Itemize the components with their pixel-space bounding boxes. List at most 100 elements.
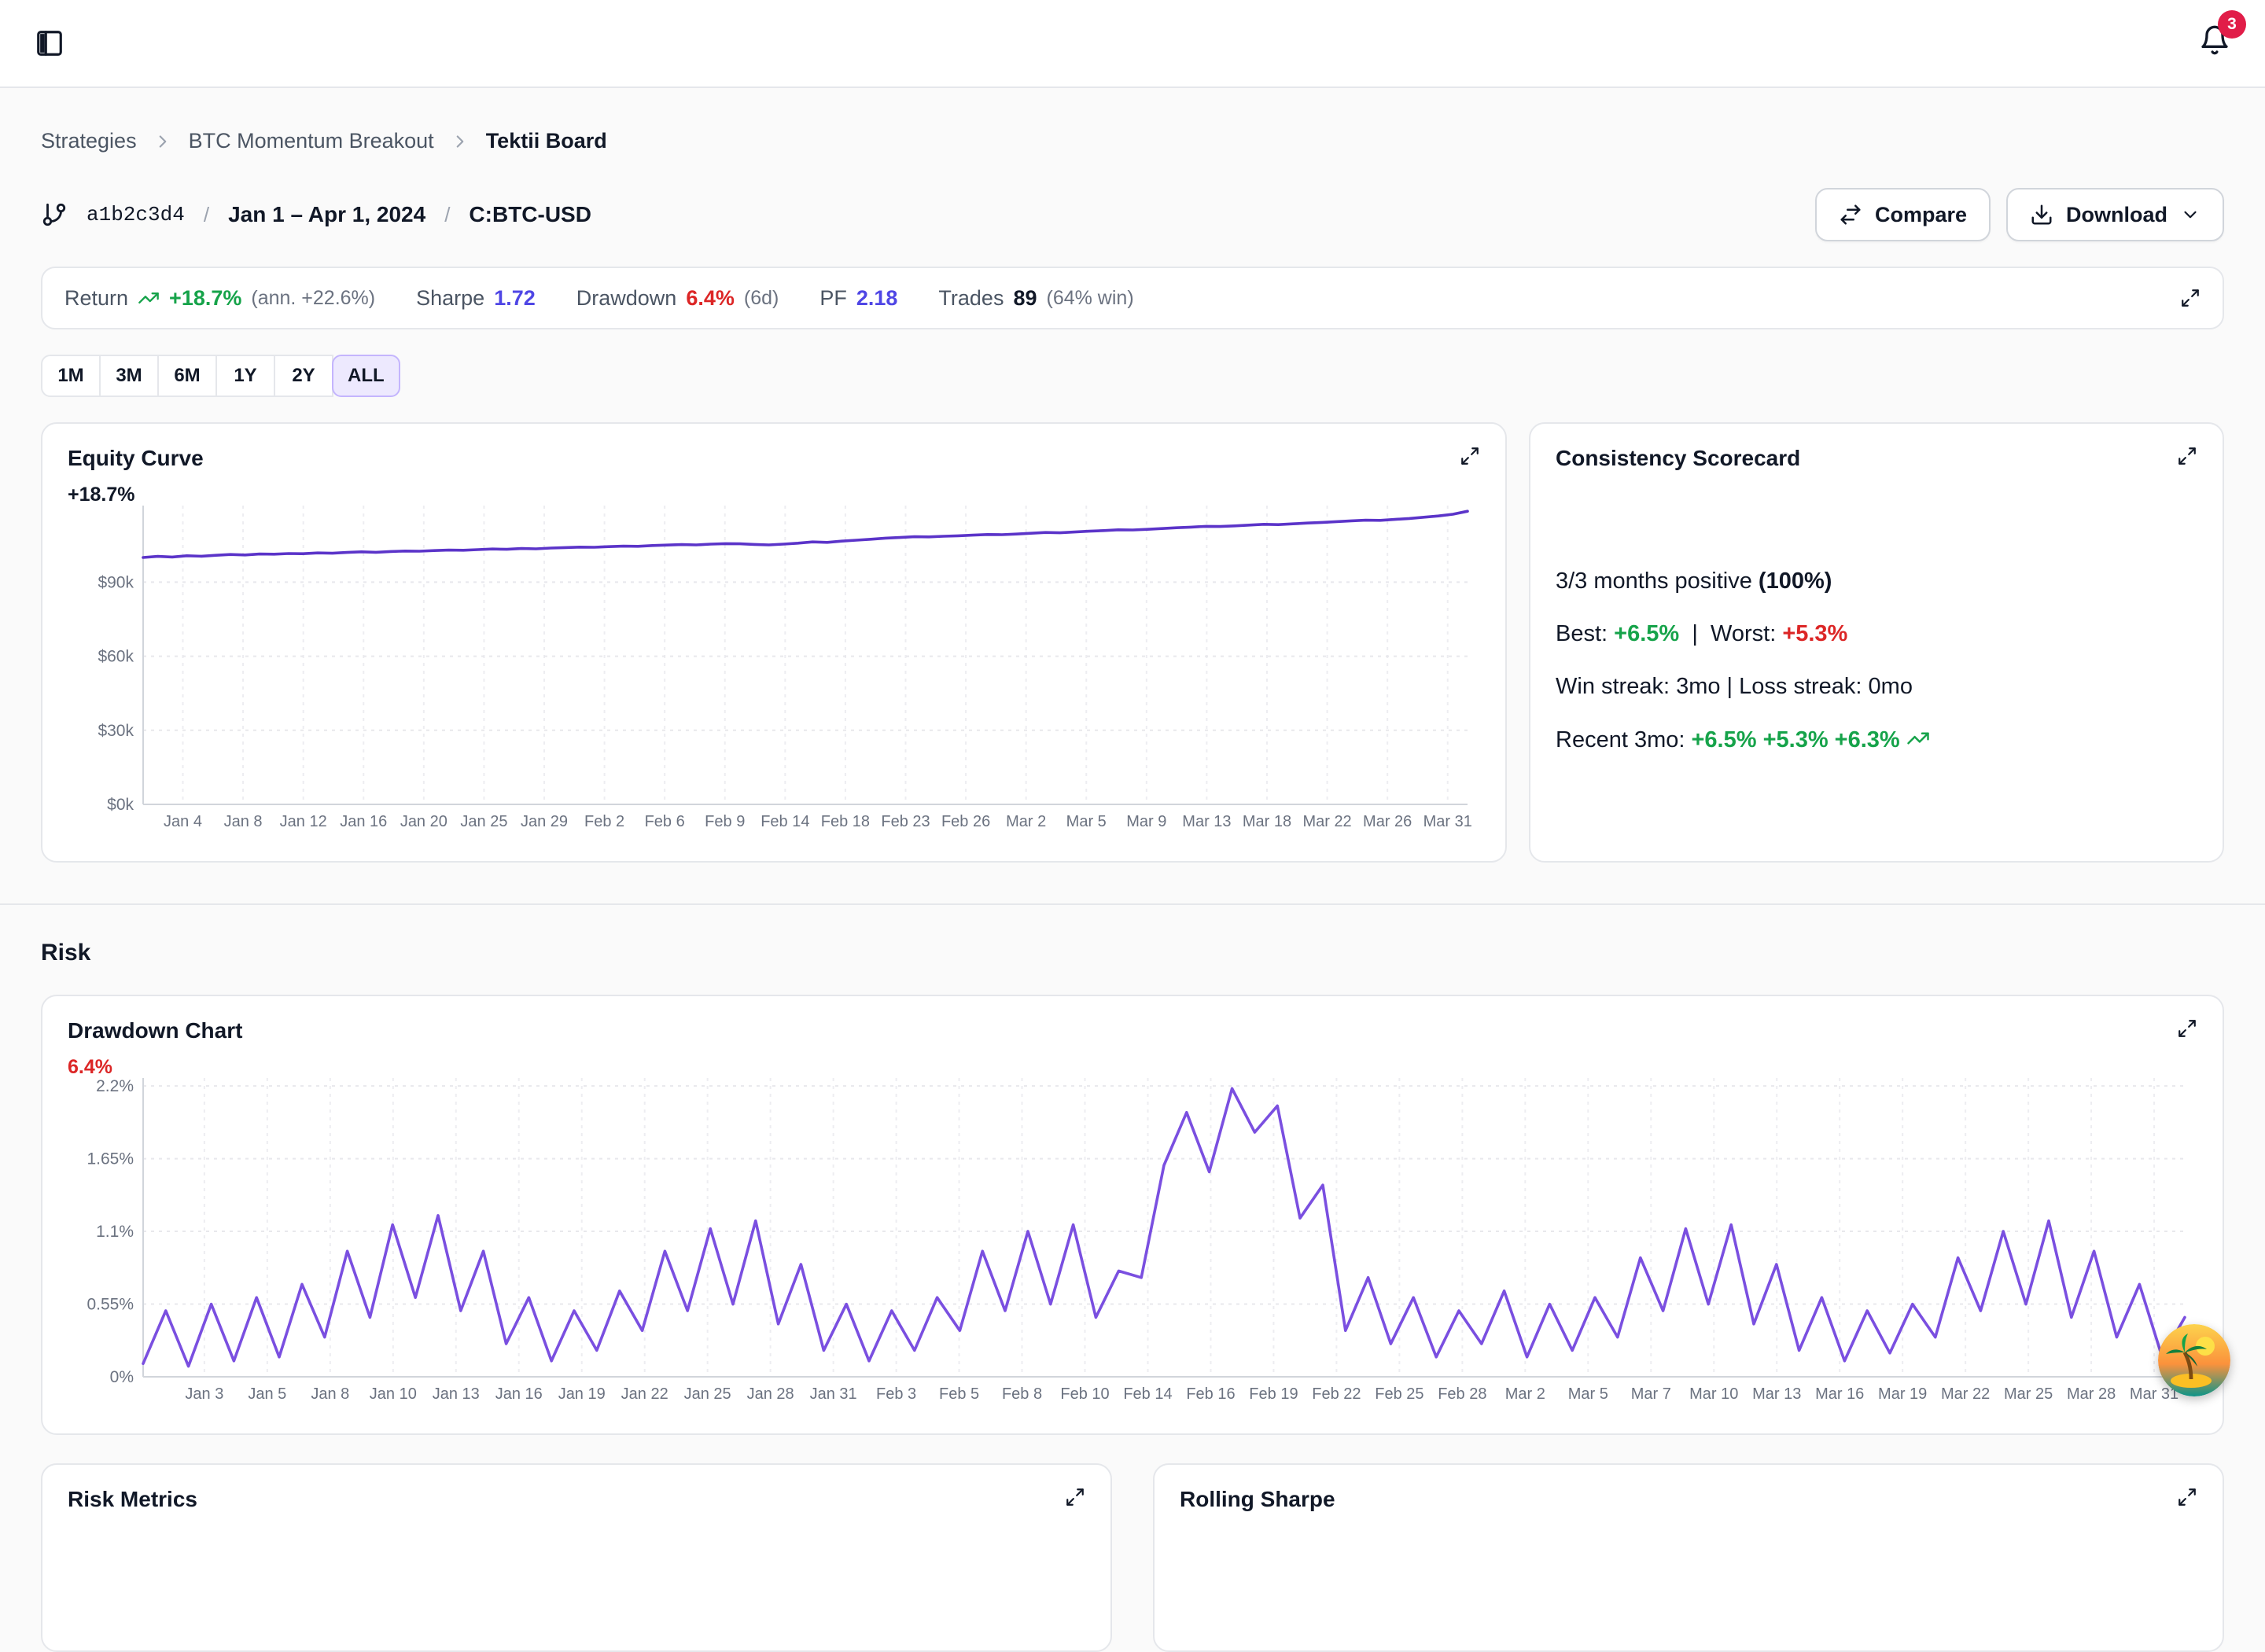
range-1y-button[interactable]: 1Y <box>215 355 275 397</box>
svg-text:Mar 18: Mar 18 <box>1243 813 1291 830</box>
svg-text:Mar 13: Mar 13 <box>1182 813 1231 830</box>
svg-text:Jan 8: Jan 8 <box>311 1385 349 1403</box>
svg-text:Jan 25: Jan 25 <box>460 813 507 830</box>
months-positive-pct: (100%) <box>1759 568 1832 594</box>
svg-text:Jan 16: Jan 16 <box>340 813 387 830</box>
equity-curve-card: Equity Curve +18.7% Jan 4Jan 8Jan 12Jan … <box>41 422 1507 863</box>
range-all-button[interactable]: ALL <box>332 355 400 397</box>
svg-text:Mar 25: Mar 25 <box>2004 1385 2053 1403</box>
stat-drawdown: Drawdown 6.4% (6d) <box>576 286 779 311</box>
download-button[interactable]: Download <box>2006 188 2224 241</box>
expand-icon[interactable] <box>2177 446 2197 466</box>
svg-text:Feb 9: Feb 9 <box>705 813 745 830</box>
risk-metrics-title: Risk Metrics <box>68 1487 197 1512</box>
stat-return: Return +18.7% (ann. +22.6%) <box>64 286 375 311</box>
svg-text:Jan 3: Jan 3 <box>185 1385 223 1403</box>
return-value: +18.7% <box>169 286 241 311</box>
download-label: Download <box>2066 203 2167 227</box>
range-2y-button[interactable]: 2Y <box>274 355 333 397</box>
svg-text:Mar 7: Mar 7 <box>1631 1385 1671 1403</box>
recent-values: +6.5% +5.3% +6.3% <box>1691 727 1899 752</box>
svg-text:Feb 23: Feb 23 <box>881 813 930 830</box>
stats-expand-icon[interactable] <box>2180 288 2201 308</box>
svg-text:Mar 2: Mar 2 <box>1505 1385 1545 1403</box>
trending-up-icon <box>1906 727 1930 750</box>
streak-line: Win streak: 3mo | Loss streak: 0mo <box>1556 674 2197 700</box>
expand-icon[interactable] <box>2177 1487 2197 1507</box>
svg-text:Feb 3: Feb 3 <box>876 1385 916 1403</box>
consistency-scorecard-card: Consistency Scorecard 3/3 months positiv… <box>1529 422 2224 863</box>
drawdown-duration: (6d) <box>744 287 779 310</box>
expand-icon[interactable] <box>1460 446 1480 466</box>
symbol: C:BTC-USD <box>469 202 591 227</box>
breadcrumb-strategies[interactable]: Strategies <box>41 129 137 153</box>
range-1m-button[interactable]: 1M <box>41 355 101 397</box>
chevron-down-icon <box>2180 204 2201 225</box>
compare-button[interactable]: Compare <box>1815 188 1991 241</box>
svg-text:Feb 19: Feb 19 <box>1249 1385 1298 1403</box>
svg-text:$60k: $60k <box>98 648 134 666</box>
svg-text:Feb 16: Feb 16 <box>1186 1385 1235 1403</box>
rolling-sharpe-card: Rolling Sharpe <box>1153 1463 2224 1652</box>
sidebar-toggle-icon[interactable] <box>35 28 64 58</box>
svg-text:Feb 8: Feb 8 <box>1002 1385 1042 1403</box>
notifications-button[interactable]: 3 <box>2199 24 2230 62</box>
svg-text:Feb 10: Feb 10 <box>1060 1385 1109 1403</box>
separator: / <box>444 203 450 227</box>
compare-label: Compare <box>1875 203 1967 227</box>
svg-text:Mar 5: Mar 5 <box>1568 1385 1608 1403</box>
drawdown-value: 6.4% <box>686 286 735 311</box>
run-header: a1b2c3d4 / Jan 1 – Apr 1, 2024 / C:BTC-U… <box>41 188 2224 241</box>
expand-icon[interactable] <box>2177 1018 2197 1039</box>
breadcrumb: Strategies BTC Momentum Breakout Tektii … <box>41 129 2224 153</box>
svg-text:Feb 5: Feb 5 <box>939 1385 979 1403</box>
svg-text:Jan 22: Jan 22 <box>621 1385 668 1403</box>
notification-count-badge: 3 <box>2218 10 2246 39</box>
svg-text:Feb 28: Feb 28 <box>1438 1385 1486 1403</box>
svg-text:Feb 14: Feb 14 <box>1123 1385 1172 1403</box>
svg-text:Jan 29: Jan 29 <box>521 813 568 830</box>
svg-text:Mar 9: Mar 9 <box>1126 813 1166 830</box>
equity-curve-chart: Jan 4Jan 8Jan 12Jan 16Jan 20Jan 25Jan 29… <box>68 490 1480 839</box>
svg-text:$0k: $0k <box>107 796 134 814</box>
svg-text:Jan 16: Jan 16 <box>495 1385 543 1403</box>
svg-text:Feb 2: Feb 2 <box>584 813 624 830</box>
risk-metrics-card: Risk Metrics <box>41 1463 1112 1652</box>
run-id: a1b2c3d4 <box>87 203 185 226</box>
download-icon <box>2030 203 2053 226</box>
drawdown-chart-title: Drawdown Chart <box>68 1018 242 1043</box>
range-3m-button[interactable]: 3M <box>99 355 159 397</box>
breadcrumb-strategy[interactable]: BTC Momentum Breakout <box>189 129 434 153</box>
svg-text:Mar 19: Mar 19 <box>1878 1385 1927 1403</box>
svg-text:1.1%: 1.1% <box>96 1223 134 1241</box>
chevron-right-icon <box>450 131 470 152</box>
svg-text:Jan 8: Jan 8 <box>224 813 263 830</box>
svg-text:Feb 26: Feb 26 <box>941 813 990 830</box>
svg-text:Mar 22: Mar 22 <box>1941 1385 1990 1403</box>
svg-text:Mar 2: Mar 2 <box>1006 813 1046 830</box>
max-drawdown-label: 6.4% <box>68 1056 112 1079</box>
svg-text:Jan 25: Jan 25 <box>684 1385 731 1403</box>
range-6m-button[interactable]: 6M <box>157 355 217 397</box>
pf-value: 2.18 <box>856 286 898 311</box>
svg-text:0.55%: 0.55% <box>87 1296 134 1314</box>
equity-final-return-label: +18.7% <box>68 484 135 506</box>
chevron-right-icon <box>153 131 173 152</box>
svg-text:Feb 18: Feb 18 <box>821 813 870 830</box>
recent-months-line: Recent 3mo: +6.5% +5.3% +6.3% <box>1556 727 2197 753</box>
expand-icon[interactable] <box>1065 1487 1085 1507</box>
rolling-sharpe-title: Rolling Sharpe <box>1180 1487 1335 1512</box>
best-value: +6.5% <box>1614 621 1679 646</box>
months-positive-line: 3/3 months positive (100%) <box>1556 568 2197 594</box>
svg-text:Mar 13: Mar 13 <box>1752 1385 1801 1403</box>
trades-winrate: (64% win) <box>1047 287 1134 310</box>
svg-text:Jan 20: Jan 20 <box>400 813 447 830</box>
return-annualized: (ann. +22.6%) <box>251 287 375 310</box>
svg-text:Jan 5: Jan 5 <box>248 1385 286 1403</box>
svg-text:1.65%: 1.65% <box>87 1150 134 1168</box>
breadcrumb-current: Tektii Board <box>486 129 607 153</box>
island-fab-button[interactable] <box>2158 1324 2230 1396</box>
best-worst-line: Best: +6.5% | Worst: +5.3% <box>1556 621 2197 647</box>
worst-value: +5.3% <box>1782 621 1847 646</box>
svg-text:$30k: $30k <box>98 722 134 740</box>
